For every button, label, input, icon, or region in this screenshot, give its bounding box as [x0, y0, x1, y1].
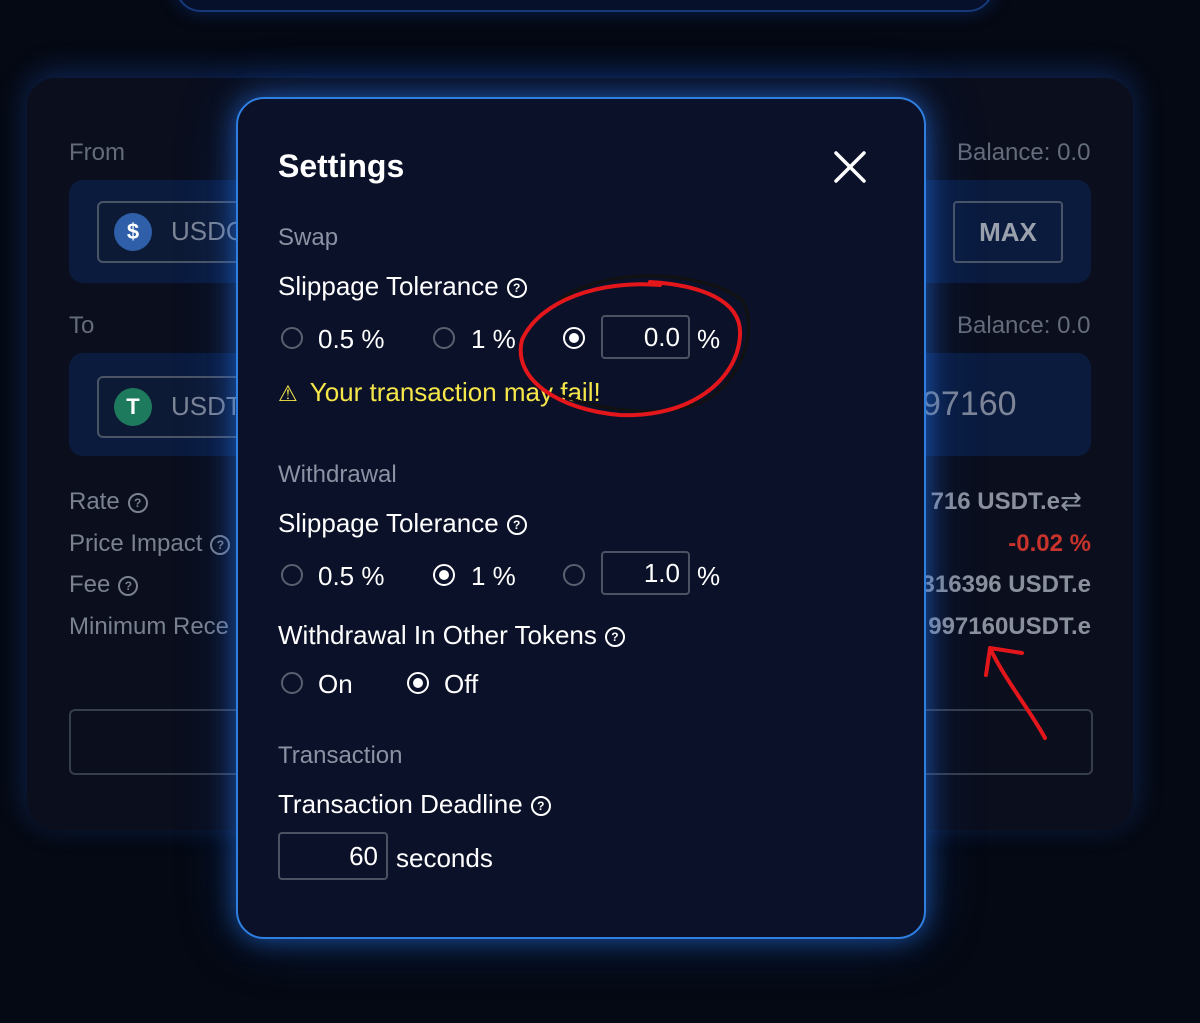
usdc-icon: $ [114, 213, 152, 251]
help-icon[interactable]: ? [506, 278, 527, 299]
swap-slippage-option-1[interactable]: 1 % [471, 324, 516, 355]
transaction-section-heading: Transaction [278, 742, 403, 769]
fee-row-label: Fee? [69, 571, 139, 599]
to-label: To [69, 312, 95, 339]
from-token-symbol: USDC [171, 216, 245, 246]
rate-value: 716 USDT.e [930, 488, 1060, 515]
price-impact-row-label: Price Impact? [69, 530, 231, 558]
minimum-received-value: 997160USDT.e [928, 613, 1091, 640]
max-button[interactable]: MAX [953, 201, 1063, 263]
help-icon: ? [118, 575, 139, 596]
help-icon[interactable]: ? [506, 515, 527, 536]
other-tokens-radio-on[interactable] [281, 672, 303, 694]
swap-slippage-label: Slippage Tolerance? [278, 271, 527, 302]
transaction-deadline-label: Transaction Deadline? [278, 789, 551, 820]
other-tokens-option-on[interactable]: On [318, 669, 353, 700]
swap-slippage-unit: % [697, 324, 721, 354]
help-icon[interactable]: ? [604, 627, 625, 648]
to-amount: 97160 [922, 385, 1017, 423]
withdrawal-other-tokens-label: Withdrawal In Other Tokens? [278, 620, 625, 651]
close-icon[interactable] [831, 148, 869, 186]
swap-slippage-radio-1[interactable] [433, 327, 455, 349]
slippage-warning: ⚠ Your transaction may fail! [278, 377, 601, 407]
withdrawal-slippage-label: Slippage Tolerance? [278, 508, 527, 539]
other-tokens-option-off[interactable]: Off [444, 669, 478, 700]
to-balance: Balance: 0.0 [957, 312, 1091, 339]
rate-row-label: Rate? [69, 488, 148, 516]
from-balance: Balance: 0.0 [957, 139, 1091, 166]
swap-slippage-option-0-5[interactable]: 0.5 % [318, 324, 385, 355]
withdrawal-slippage-radio-1[interactable] [433, 564, 455, 586]
transaction-deadline-unit: seconds [396, 843, 493, 873]
withdrawal-slippage-radio-0-5[interactable] [281, 564, 303, 586]
withdrawal-slippage-option-0-5[interactable]: 0.5 % [318, 561, 385, 592]
price-impact-value: -0.02 % [1008, 530, 1091, 557]
transaction-deadline-input[interactable] [278, 832, 388, 880]
withdrawal-slippage-radio-custom[interactable] [563, 564, 585, 586]
withdrawal-slippage-custom-input[interactable] [601, 551, 690, 595]
help-icon: ? [127, 492, 148, 513]
withdrawal-section-heading: Withdrawal [278, 461, 397, 488]
warning-icon: ⚠ [278, 381, 298, 406]
help-icon[interactable]: ? [530, 796, 551, 817]
fee-value: 316396 USDT.e [921, 571, 1091, 598]
swap-direction-icon[interactable]: ⇄ [1060, 486, 1082, 517]
from-label: From [69, 139, 125, 166]
help-icon: ? [210, 534, 231, 555]
withdrawal-slippage-unit: % [697, 561, 721, 591]
usdt-icon: T [114, 388, 152, 426]
modal-title: Settings [278, 148, 405, 184]
minimum-received-row-label: Minimum Rece [69, 613, 230, 640]
swap-slippage-custom-input[interactable] [601, 315, 690, 359]
withdrawal-slippage-option-1[interactable]: 1 % [471, 561, 516, 592]
swap-slippage-radio-0-5[interactable] [281, 327, 303, 349]
to-token-symbol: USDT [171, 391, 242, 421]
swap-slippage-radio-custom[interactable] [563, 327, 585, 349]
top-navigation-bar [175, 0, 994, 12]
swap-section-heading: Swap [278, 224, 339, 251]
other-tokens-radio-off[interactable] [407, 672, 429, 694]
